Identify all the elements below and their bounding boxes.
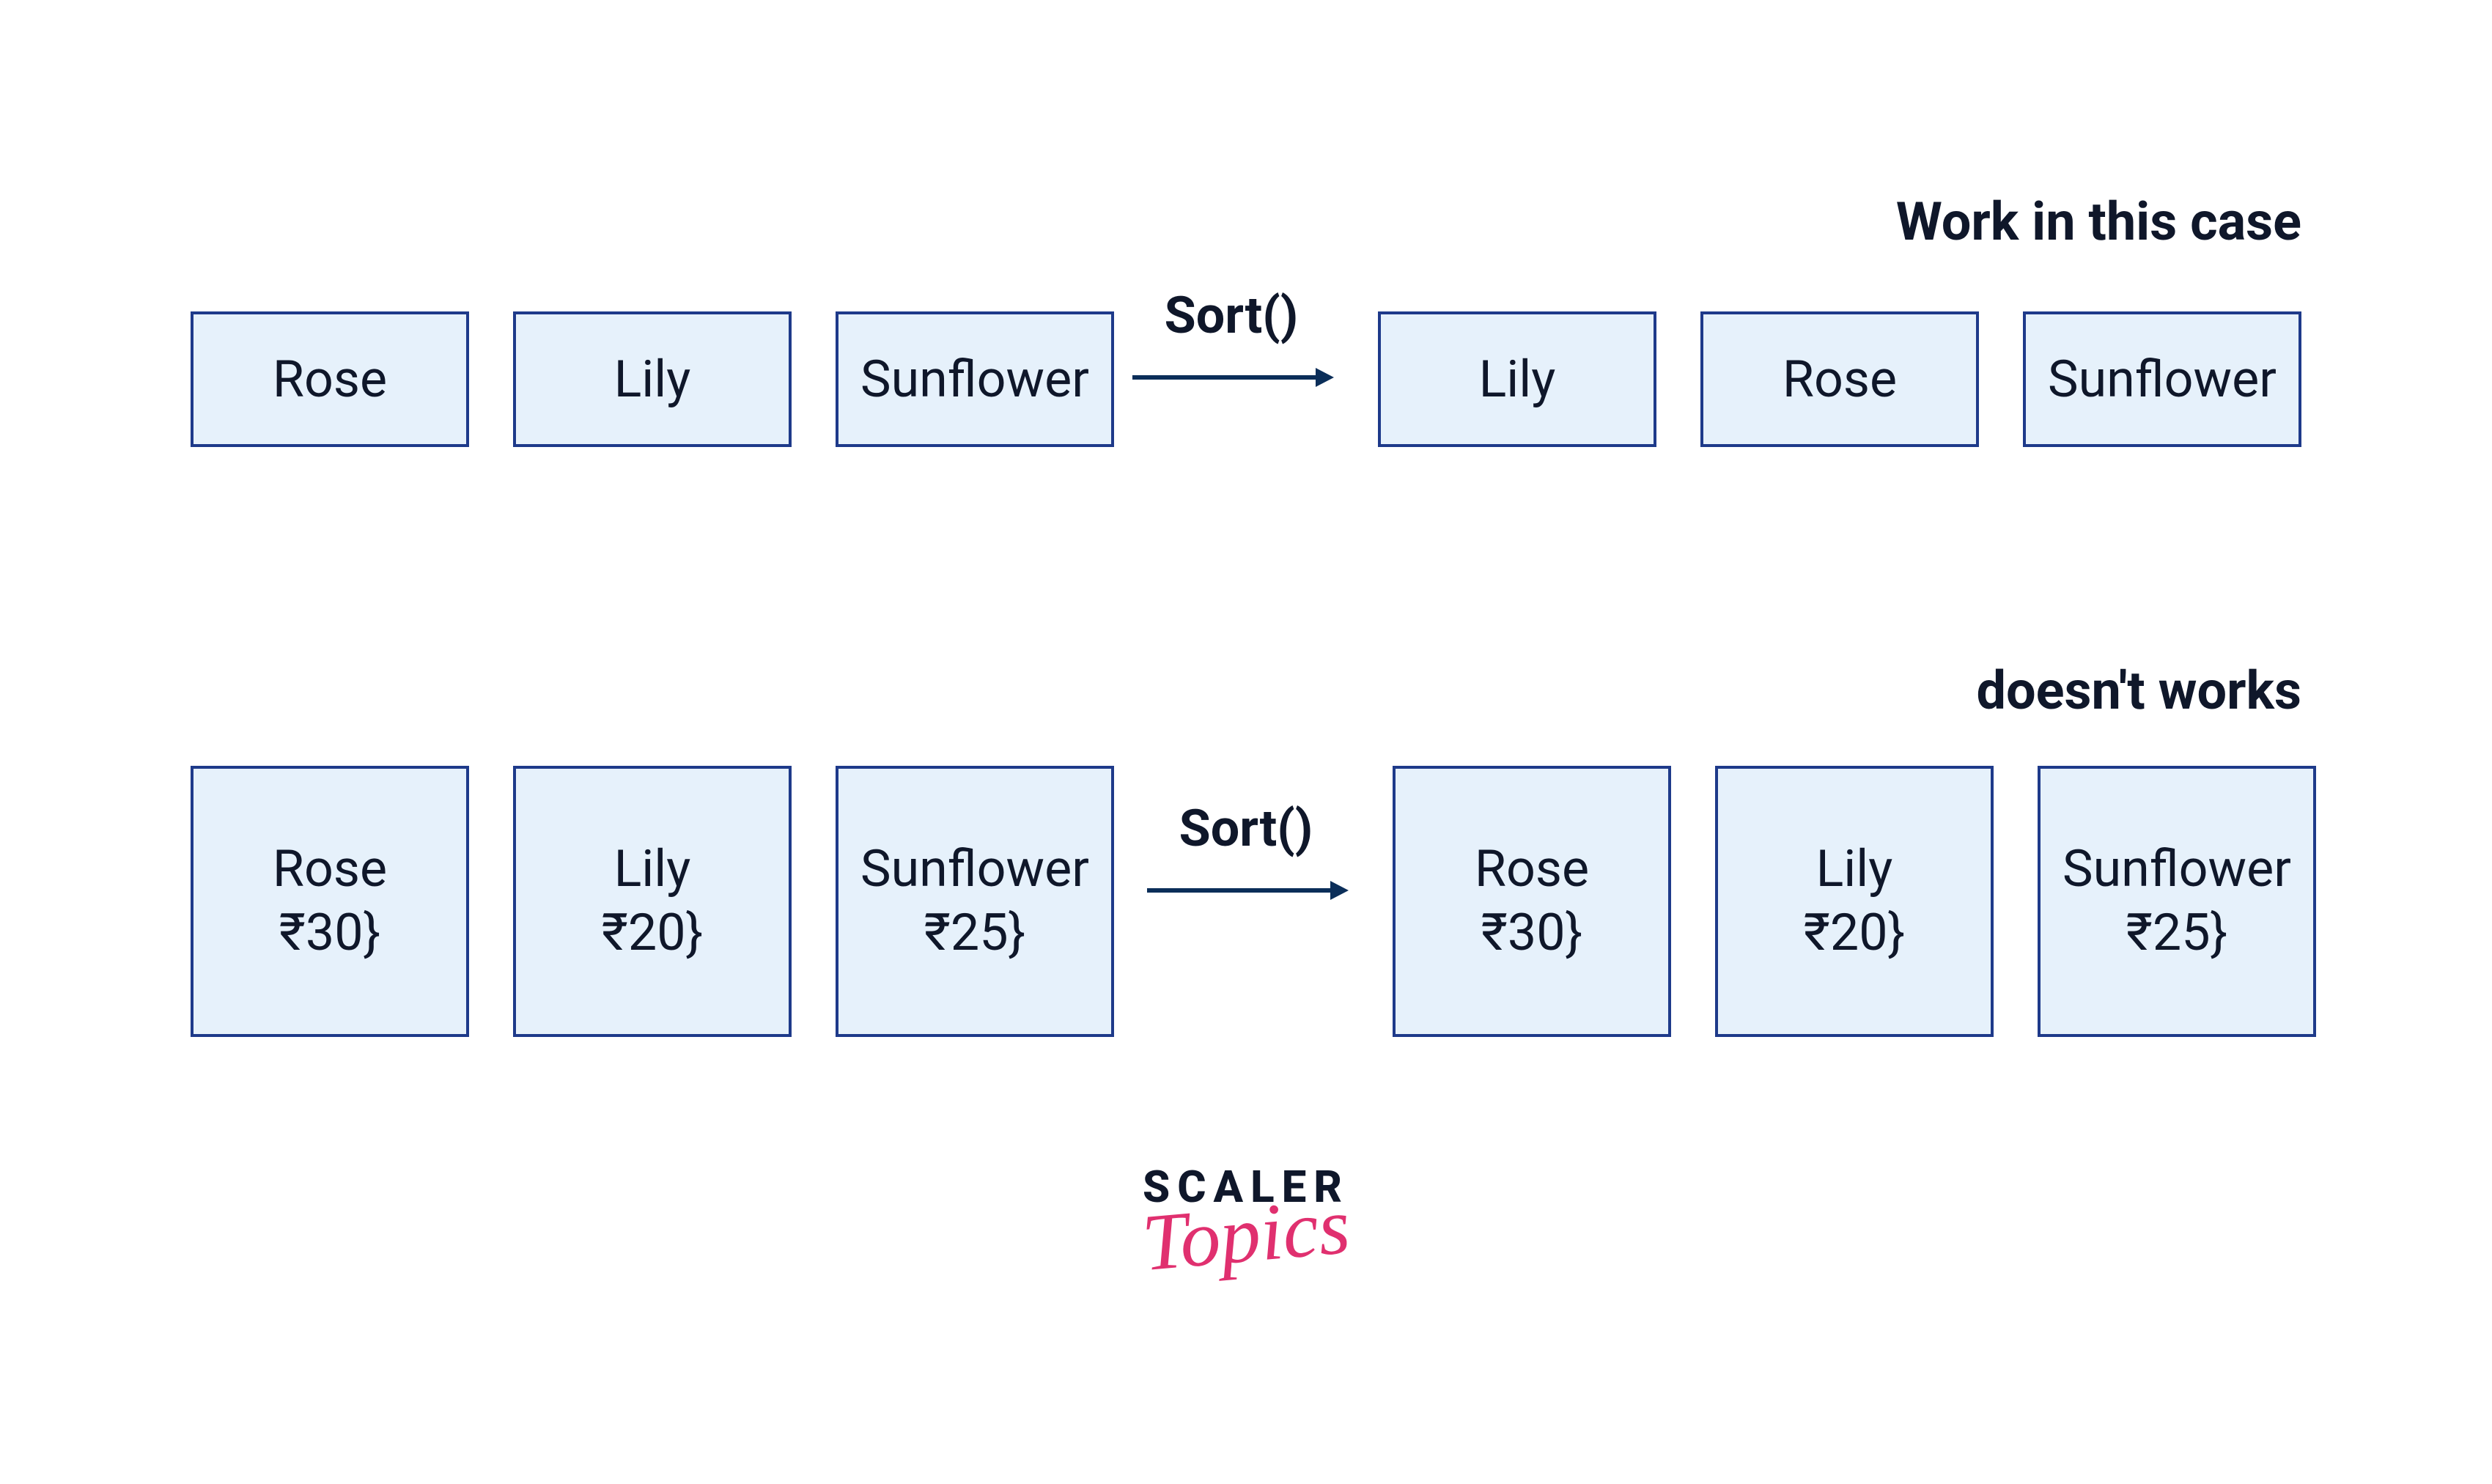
box-item: Sunflower ₹25} [2038, 766, 2316, 1037]
box-name: Lily [614, 838, 691, 902]
box-item: Sunflower ₹25} [836, 766, 1114, 1037]
box-item: Rose [191, 311, 469, 447]
box-item: Sunflower [2023, 311, 2301, 447]
row2-output-group: Rose ₹30} Lily ₹20} Sunflower ₹25} [1393, 766, 2316, 1037]
box-item: Lily [1378, 311, 1656, 447]
box-name: Lily [1816, 838, 1893, 902]
sort-label: Sort() [1165, 286, 1299, 346]
box-price: ₹20} [602, 901, 704, 966]
box-item: Rose ₹30} [1393, 766, 1671, 1037]
box-price: ₹30} [1481, 901, 1583, 966]
box-item: Lily [513, 311, 792, 447]
box-item: Lily ₹20} [513, 766, 792, 1037]
box-name: Sunflower [2062, 838, 2291, 902]
box-price: ₹25} [924, 901, 1026, 966]
box-name: Sunflower [860, 838, 1089, 902]
box-name: Rose [273, 838, 387, 902]
box-price: ₹30} [279, 901, 381, 966]
sort-arrow-2: Sort() [1143, 799, 1349, 909]
row2-input-group: Rose ₹30} Lily ₹20} Sunflower ₹25} [191, 766, 1114, 1037]
logo-line2: Topics [1140, 1193, 1352, 1275]
box-item: Sunflower [836, 311, 1114, 447]
arrow-right-icon [1143, 872, 1349, 909]
box-price: ₹20} [1804, 901, 1906, 966]
box-item: Rose [1700, 311, 1979, 447]
scaler-topics-logo: SCALER Topics [1142, 1165, 1349, 1266]
box-price: ₹25} [2126, 901, 2228, 966]
row1-output-group: Lily Rose Sunflower [1378, 311, 2301, 447]
caption-works: Work in this case [1896, 191, 2301, 253]
box-item: Lily ₹20} [1715, 766, 1994, 1037]
sort-label: Sort() [1179, 799, 1313, 859]
sort-arrow-1: Sort() [1129, 286, 1334, 396]
arrow-right-icon [1129, 359, 1334, 396]
row1-input-group: Rose Lily Sunflower [191, 311, 1114, 447]
box-name: Rose [1475, 838, 1589, 902]
box-item: Rose ₹30} [191, 766, 469, 1037]
caption-doesnt-work: doesn't works [1976, 660, 2301, 722]
